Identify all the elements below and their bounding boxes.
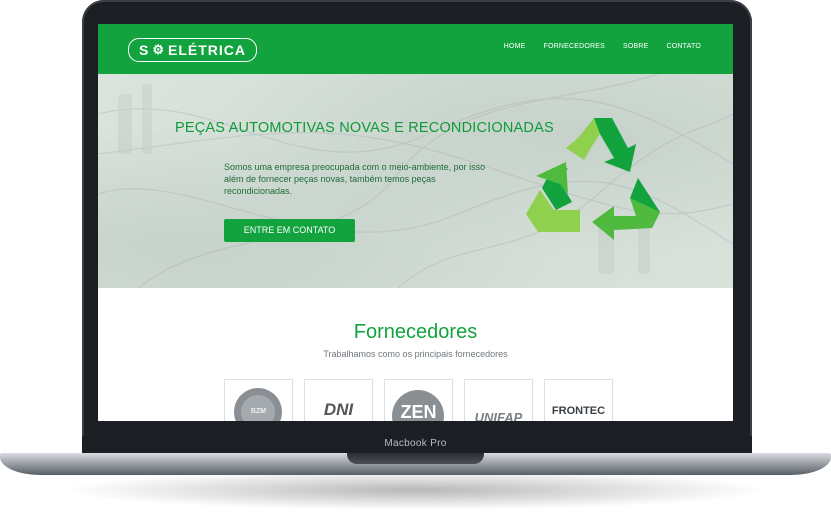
suppliers-subtitle: Trabalhamos como os principais fornecedo… (323, 349, 508, 359)
supplier-card-zen[interactable]: ZEN (384, 379, 453, 421)
site-logo[interactable]: S ⚙ ELÉTRICA (128, 38, 257, 62)
supplier-card-unifap[interactable]: UNIFAP (464, 379, 533, 421)
hero-title: PEÇAS AUTOMOTIVAS NOVAS E RECONDICIONADA… (175, 120, 554, 136)
supplier-card-dni[interactable]: DNI (304, 379, 373, 421)
site-header: S ⚙ ELÉTRICA HOME FORNECEDORES SOBRE CON… (98, 24, 733, 74)
nav-home[interactable]: HOME (504, 43, 526, 50)
main-nav: HOME FORNECEDORES SOBRE CONTATO (504, 43, 701, 50)
recycle-icon (526, 118, 660, 240)
supplier-name-frontec: FRONTEC (551, 405, 606, 417)
supplier-name-dni: DNI (323, 400, 354, 419)
suppliers-section: Fornecedores Trabalhamos como os princip… (98, 288, 733, 421)
suppliers-title: Fornecedores (353, 321, 478, 343)
supplier-logos: BZM DNI ZEN UNIFAP FRONTEC (224, 379, 613, 421)
nav-contato[interactable]: CONTATO (667, 43, 701, 50)
laptop-shadow (60, 470, 771, 510)
supplier-name-zen: ZEN (400, 402, 437, 421)
supplier-name-bzm: BZM (250, 408, 267, 415)
nav-fornecedores[interactable]: FORNECEDORES (543, 43, 605, 50)
logo-prefix: S (139, 42, 150, 58)
gear-icon: ⚙ (152, 42, 165, 57)
browser-screen: S ⚙ ELÉTRICA HOME FORNECEDORES SOBRE CON… (98, 24, 733, 421)
contact-button[interactable]: ENTRE EM CONTATO (224, 219, 355, 242)
hero-text: Somos uma empresa preocupada com o meio-… (224, 162, 486, 196)
supplier-name-unifap: UNIFAP (474, 410, 523, 421)
logo-suffix: ELÉTRICA (168, 42, 246, 58)
laptop-notch (347, 453, 484, 464)
supplier-card-frontec[interactable]: FRONTEC (544, 379, 613, 421)
hero-section: PEÇAS AUTOMOTIVAS NOVAS E RECONDICIONADA… (98, 74, 733, 288)
nav-sobre[interactable]: SOBRE (623, 43, 649, 50)
supplier-card-bzm[interactable]: BZM (224, 379, 293, 421)
device-label: Macbook Pro (384, 438, 447, 449)
